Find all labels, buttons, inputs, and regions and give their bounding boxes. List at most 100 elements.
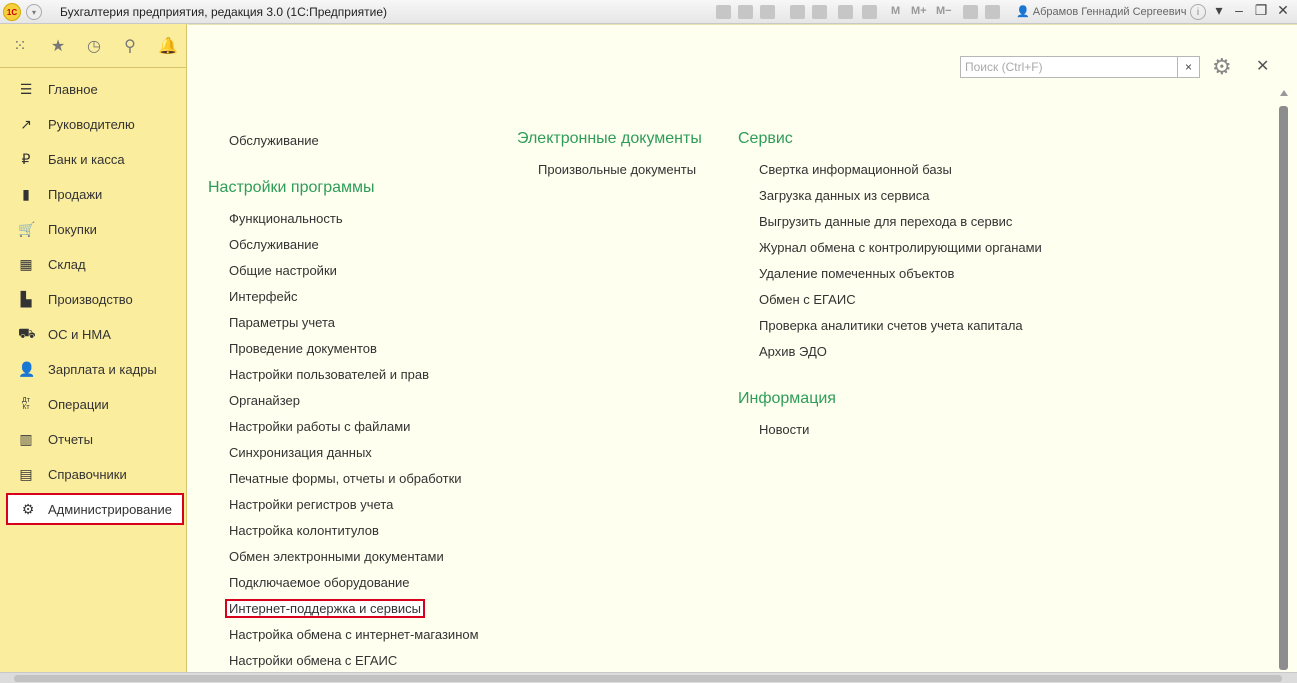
- preview-icon[interactable]: [760, 5, 775, 19]
- sidebar-item-1[interactable]: ↗ Руководителю: [0, 108, 186, 140]
- sidebar-item-label: Производство: [48, 291, 133, 307]
- user-name[interactable]: 👤 Абрамов Геннадий Сергеевич: [1016, 5, 1187, 18]
- sidebar-item-label: Склад: [48, 256, 86, 272]
- program-settings-link-12[interactable]: Настройка колонтитулов: [229, 523, 379, 538]
- history-icon[interactable]: ◷: [84, 36, 104, 56]
- document-icon[interactable]: [812, 5, 827, 19]
- sidebar-item-6[interactable]: ▙ Производство: [0, 283, 186, 315]
- section-program-settings: Настройки программы: [208, 179, 375, 196]
- sidebar-item-label: Руководителю: [48, 116, 135, 132]
- service-link-4[interactable]: Удаление помеченных объектов: [759, 266, 954, 281]
- link-maintenance-top[interactable]: Обслуживание: [229, 133, 319, 148]
- sidebar-item-label: Справочники: [48, 466, 127, 482]
- program-settings-link-10[interactable]: Печатные формы, отчеты и обработки: [229, 471, 462, 486]
- service-link-1[interactable]: Загрузка данных из сервиса: [759, 188, 930, 203]
- memory-plus-button[interactable]: M+: [911, 5, 927, 17]
- zoom-icon[interactable]: [963, 5, 978, 19]
- cart-icon: 🛒: [18, 220, 36, 237]
- sidebar-item-label: Продажи: [48, 186, 103, 202]
- scroll-up-icon[interactable]: [1280, 90, 1288, 96]
- settings-gear-icon[interactable]: ⚙: [1212, 54, 1232, 80]
- sidebar-item-9[interactable]: Дт Кт Операции: [0, 388, 186, 420]
- close-icon[interactable]: ✕: [1256, 56, 1269, 76]
- sidebar-item-11[interactable]: ▤ Справочники: [0, 458, 186, 490]
- service-link-7[interactable]: Архив ЭДО: [759, 344, 827, 359]
- star-icon[interactable]: ★: [48, 36, 68, 56]
- program-settings-link-4[interactable]: Параметры учета: [229, 315, 335, 330]
- program-settings-link-2[interactable]: Общие настройки: [229, 263, 337, 278]
- program-settings-link-15[interactable]: Интернет-поддержка и сервисы: [225, 599, 426, 618]
- person-icon: 👤: [18, 360, 36, 377]
- factory-icon: ▙: [20, 290, 32, 307]
- program-settings-link-17[interactable]: Настройки обмена с ЕГАИС: [229, 653, 397, 668]
- sidebar-item-0[interactable]: ☰ Главное: [0, 73, 186, 105]
- service-link-0[interactable]: Свертка информационной базы: [759, 162, 952, 177]
- section-information: Информация: [738, 390, 836, 407]
- link-icon[interactable]: [985, 5, 1000, 19]
- menu-lines-icon: ☰: [19, 80, 33, 97]
- program-settings-link-8[interactable]: Настройки работы с файлами: [229, 419, 410, 434]
- upload-icon[interactable]: [790, 5, 805, 19]
- sidebar-item-10[interactable]: ▥ Отчеты: [0, 423, 186, 455]
- warehouse-grid-icon: ▦: [19, 255, 33, 272]
- sidebar-item-3[interactable]: ▮ Продажи: [0, 178, 186, 210]
- apps-grid-icon[interactable]: ⁙: [10, 36, 30, 56]
- program-settings-link-7[interactable]: Органайзер: [229, 393, 300, 408]
- horizontal-scroll-thumb[interactable]: [14, 675, 1282, 682]
- program-settings-link-3[interactable]: Интерфейс: [229, 289, 297, 304]
- shopping-bag-icon: ▮: [22, 185, 30, 202]
- program-settings-link-0[interactable]: Функциональность: [229, 211, 343, 226]
- sidebar-item-label: Отчеты: [48, 431, 93, 447]
- sidebar-item-12[interactable]: ⚙ Администрирование: [6, 493, 184, 525]
- vertical-scroll-thumb[interactable]: [1279, 106, 1288, 670]
- horizontal-scrollbar[interactable]: [0, 672, 1297, 683]
- sidebar-item-2[interactable]: ₽ Банк и касса: [0, 143, 186, 175]
- minimize-button[interactable]: –: [1228, 2, 1250, 18]
- service-link-3[interactable]: Журнал обмена с контролирующими органами: [759, 240, 1042, 255]
- app-logo-icon[interactable]: 1С: [3, 3, 21, 21]
- calculator-icon[interactable]: [838, 5, 853, 19]
- sidebar-item-8[interactable]: 👤 Зарплата и кадры: [0, 353, 186, 385]
- books-icon: ▤: [19, 465, 33, 482]
- electronic-docs-link-0[interactable]: Произвольные документы: [538, 162, 696, 177]
- dropdown-icon[interactable]: ▾: [1208, 2, 1230, 19]
- information-link-0[interactable]: Новости: [759, 422, 809, 437]
- content-panel: × ⚙ ✕ Обслуживание Настройки программы Ф…: [188, 24, 1297, 672]
- sidebar-item-7[interactable]: ⛟ ОС и НМА: [0, 318, 186, 350]
- info-icon[interactable]: i: [1190, 4, 1206, 20]
- save-icon[interactable]: [716, 5, 731, 19]
- sidebar-item-label: Администрирование: [48, 501, 172, 517]
- sidebar-item-4[interactable]: 🛒 Покупки: [0, 213, 186, 245]
- program-settings-link-6[interactable]: Настройки пользователей и прав: [229, 367, 429, 382]
- calendar-icon[interactable]: [862, 5, 877, 19]
- ruble-coin-icon: ₽: [21, 150, 31, 167]
- program-settings-link-14[interactable]: Подключаемое оборудование: [229, 575, 410, 590]
- section-electronic-docs: Электронные документы: [517, 130, 702, 147]
- close-window-button[interactable]: ✕: [1272, 2, 1294, 19]
- memory-button[interactable]: M: [891, 5, 900, 17]
- program-settings-link-11[interactable]: Настройки регистров учета: [229, 497, 393, 512]
- bell-icon[interactable]: 🔔: [158, 36, 178, 56]
- program-settings-link-1[interactable]: Обслуживание: [229, 237, 319, 252]
- search-clear-icon[interactable]: ×: [1178, 56, 1200, 78]
- maximize-button[interactable]: ❐: [1250, 2, 1272, 19]
- program-settings-link-13[interactable]: Обмен электронными документами: [229, 549, 444, 564]
- print-icon[interactable]: [738, 5, 753, 19]
- program-settings-link-5[interactable]: Проведение документов: [229, 341, 377, 356]
- program-settings-link-16[interactable]: Настройка обмена с интернет-магазином: [229, 627, 479, 642]
- sidebar-item-label: Банк и касса: [48, 151, 125, 167]
- search-icon[interactable]: ⚲: [120, 36, 140, 56]
- program-settings-link-9[interactable]: Синхронизация данных: [229, 445, 372, 460]
- service-link-6[interactable]: Проверка аналитики счетов учета капитала: [759, 318, 1023, 333]
- service-link-2[interactable]: Выгрузить данные для перехода в сервис: [759, 214, 1012, 229]
- gear-icon: ⚙: [21, 500, 35, 517]
- main-menu-button[interactable]: ▾: [26, 4, 42, 20]
- sidebar-item-5[interactable]: ▦ Склад: [0, 248, 186, 280]
- sidebar: ⁙ ★ ◷ ⚲ 🔔 ☰ Главное ↗ Руководителю ₽ Банк и к…: [0, 24, 187, 672]
- sidebar-item-label: Зарплата и кадры: [48, 361, 157, 377]
- search-input[interactable]: [960, 56, 1178, 78]
- service-link-5[interactable]: Обмен с ЕГАИС: [759, 292, 856, 307]
- memory-minus-button[interactable]: M−: [936, 5, 952, 17]
- sidebar-item-label: Главное: [48, 81, 98, 97]
- vertical-scrollbar[interactable]: [1277, 80, 1291, 672]
